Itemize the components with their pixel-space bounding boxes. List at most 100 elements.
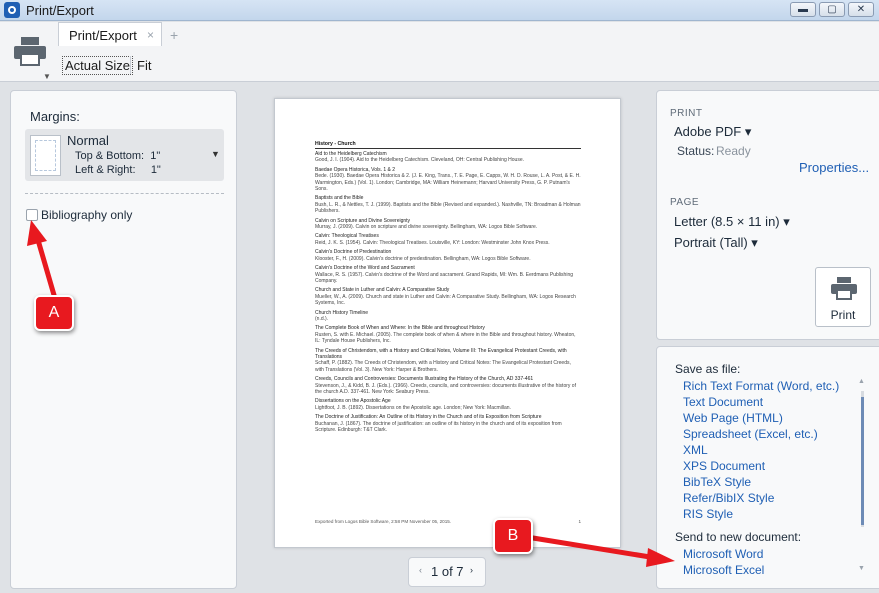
status-label: Status:	[677, 144, 715, 158]
scroll-down-icon[interactable]: ▼	[858, 565, 865, 572]
save-format-link[interactable]: Rich Text Format (Word, etc.)	[683, 378, 839, 394]
divider	[25, 193, 224, 194]
bibliography-entry: Baedae Opera Historica, Vols. 1 & 2 Bede.…	[315, 167, 581, 193]
bibliography-only-label[interactable]: Bibliography only	[41, 208, 132, 222]
bibliography-list: Aid to the Heidelberg Catechism Good, J. …	[315, 151, 581, 436]
entry-citation: Mueller, W., A. (2009). Church and state…	[315, 293, 576, 307]
bibliography-only-checkbox[interactable]	[26, 209, 38, 221]
bibliography-entry: Aid to the Heidelberg Catechism Good, J. …	[315, 151, 581, 164]
save-as-file-heading: Save as file:	[675, 362, 741, 376]
entry-citation: (n.d.).	[315, 315, 329, 322]
bibliography-entry: Calvin's Doctrine of Predestination Kloos…	[315, 249, 581, 262]
preview-heading-rule	[315, 148, 581, 149]
printer-icon[interactable]	[12, 36, 48, 66]
chevron-down-icon: ▼	[211, 149, 220, 159]
save-format-link[interactable]: XML	[683, 442, 839, 458]
footer-text: Exported from Logos Bible Software, 2:58…	[315, 519, 452, 524]
bibliography-entry: The Creeds of Christendom, with a Histor…	[315, 348, 581, 374]
printer-select[interactable]: Adobe PDF ▾	[674, 124, 751, 140]
send-to-new-document-heading: Send to new document:	[675, 530, 802, 544]
bibliography-entry: Calvin on Scripture and Divine Sovereign…	[315, 218, 581, 231]
entry-citation: Stevenson, J., & Kidd, B. J. (Eds.). (19…	[315, 382, 576, 395]
bibliography-entry: Church and State in Luther and Calvin: A…	[315, 287, 581, 306]
entry-citation: Bede. (1930). Baedae Opera Historica & 2…	[315, 173, 581, 193]
bibliography-entry: Creeds, Councils and Controversies: Docu…	[315, 376, 581, 395]
bibliography-entry: Calvin's Doctrine of the Word and Sacram…	[315, 265, 581, 284]
print-panel: PRINT Adobe PDF ▾ Status: Ready Properti…	[656, 90, 879, 340]
margins-dropdown[interactable]: Normal Top & Bottom: 1" Left & Right: 1"…	[25, 129, 224, 181]
margins-left-right: Left & Right: 1"	[75, 164, 161, 176]
scroll-up-icon[interactable]: ▲	[858, 378, 865, 385]
bibliography-entry: Calvin: Theological Treatises Reid, J. K.…	[315, 233, 581, 246]
window-title: Print/Export	[26, 3, 94, 18]
bibliography-entry: Baptists and the Bible Bush, L. R., & Net…	[315, 195, 581, 214]
options-panel: Margins: Normal Top & Bottom: 1" Left & …	[10, 90, 237, 589]
tab-label: Print/Export	[69, 28, 137, 43]
status-value: Ready	[716, 144, 751, 158]
zoom-actual-size-button[interactable]: Actual Size	[62, 56, 134, 75]
logos-app-icon	[4, 2, 20, 18]
margins-value: Normal	[67, 133, 109, 148]
send-to-link[interactable]: Microsoft Word	[683, 546, 764, 562]
entry-citation: Rusten, S. with E. Michael. (2005). The …	[315, 331, 576, 345]
page-indicator: 1 of 7	[431, 564, 464, 579]
entry-title: The Doctrine of Justification: An Outlin…	[315, 414, 542, 421]
minimize-button[interactable]: ▬	[790, 2, 816, 17]
entry-citation: Bush, L. R., & Nettles, T. J. (1999). Ba…	[315, 201, 581, 215]
entry-citation: Lightfoot, J. B. (1892). Dissertations o…	[315, 404, 511, 411]
save-format-link[interactable]: Web Page (HTML)	[683, 410, 839, 426]
bibliography-entry: The Complete Book of When and Where: In …	[315, 325, 581, 344]
print-section-heading: PRINT	[670, 108, 703, 119]
preview-page: History - Church Aid to the Heidelberg C…	[274, 98, 621, 548]
orientation-select[interactable]: Portrait (Tall) ▾	[674, 235, 758, 251]
footer-page-number: 1	[578, 519, 581, 524]
entry-citation: Reid, J. K. S. (1954). Calvin: Theologic…	[315, 239, 550, 246]
save-format-list: Rich Text Format (Word, etc.) Text Docume…	[683, 378, 839, 522]
save-format-link[interactable]: XPS Document	[683, 458, 839, 474]
entry-citation: Good, J. I. (1904). Aid to the Heidelber…	[315, 157, 524, 164]
margin-page-icon	[30, 135, 61, 176]
bibliography-entry: Dissertations on the Apostolic Age Lightf…	[315, 398, 581, 411]
tab-close-icon[interactable]: ×	[147, 28, 154, 42]
bibliography-entry: Church History Timeline (n.d.).	[315, 310, 581, 323]
next-page-icon[interactable]: ›	[470, 565, 473, 575]
save-format-link[interactable]: Spreadsheet (Excel, etc.)	[683, 426, 839, 442]
entry-citation: Wallace, R. S. (1957). Calvin's doctrine…	[315, 271, 574, 284]
callout-a: A	[34, 295, 74, 331]
printer-icon	[831, 277, 857, 300]
tab-print-export[interactable]: Print/Export ×	[58, 22, 162, 46]
callout-b: B	[493, 518, 533, 554]
entry-citation: Schaff, P. (1882). The Creeds of Christe…	[315, 360, 571, 373]
scrollbar-thumb[interactable]	[861, 397, 864, 525]
entry-citation: Buchanan, J. (1867). The doctrine of jus…	[315, 420, 562, 434]
entry-title: The Creeds of Christendom, with a Histor…	[315, 347, 567, 360]
save-format-link[interactable]: RIS Style	[683, 506, 839, 522]
margins-top-bottom: Top & Bottom: 1"	[75, 150, 161, 162]
save-format-link[interactable]: Text Document	[683, 394, 839, 410]
zoom-divider	[130, 56, 131, 74]
new-tab-icon[interactable]: +	[170, 27, 178, 43]
margins-label: Margins:	[30, 109, 80, 124]
zoom-fit-button[interactable]: Fit	[137, 58, 151, 73]
bibliography-entry: The Doctrine of Justification: An Outlin…	[315, 414, 581, 433]
preview-heading: History - Church	[315, 141, 356, 147]
page-section-heading: PAGE	[670, 197, 700, 208]
save-format-link[interactable]: Refer/BibIX Style	[683, 490, 839, 506]
print-button[interactable]: Print	[815, 267, 871, 327]
previous-page-icon[interactable]: ‹	[419, 565, 422, 575]
save-format-link[interactable]: BibTeX Style	[683, 474, 839, 490]
page-navigator: ‹ 1 of 7 ›	[408, 557, 486, 587]
maximize-button[interactable]: ▢	[819, 2, 845, 17]
properties-link[interactable]: Properties...	[799, 160, 869, 175]
save-panel: Save as file: Rich Text Format (Word, et…	[656, 346, 879, 589]
entry-citation: Murray, J. (2009). Calvin on scripture a…	[315, 224, 538, 231]
printer-menu-caret-icon[interactable]: ▼	[43, 72, 51, 81]
title-bar: Print/Export ▬ ▢ ✕	[0, 0, 879, 21]
send-to-link[interactable]: Microsoft Excel	[683, 562, 764, 578]
preview-footer: Exported from Logos Bible Software, 2:58…	[315, 519, 581, 524]
paper-size-select[interactable]: Letter (8.5 × 11 in) ▾	[674, 214, 790, 230]
close-window-button[interactable]: ✕	[848, 2, 874, 17]
entry-citation: Klooster, F., H. (2009). Calvin's doctri…	[315, 255, 531, 262]
send-to-list: Microsoft Word Microsoft Excel	[683, 546, 764, 578]
print-button-label: Print	[830, 308, 856, 322]
